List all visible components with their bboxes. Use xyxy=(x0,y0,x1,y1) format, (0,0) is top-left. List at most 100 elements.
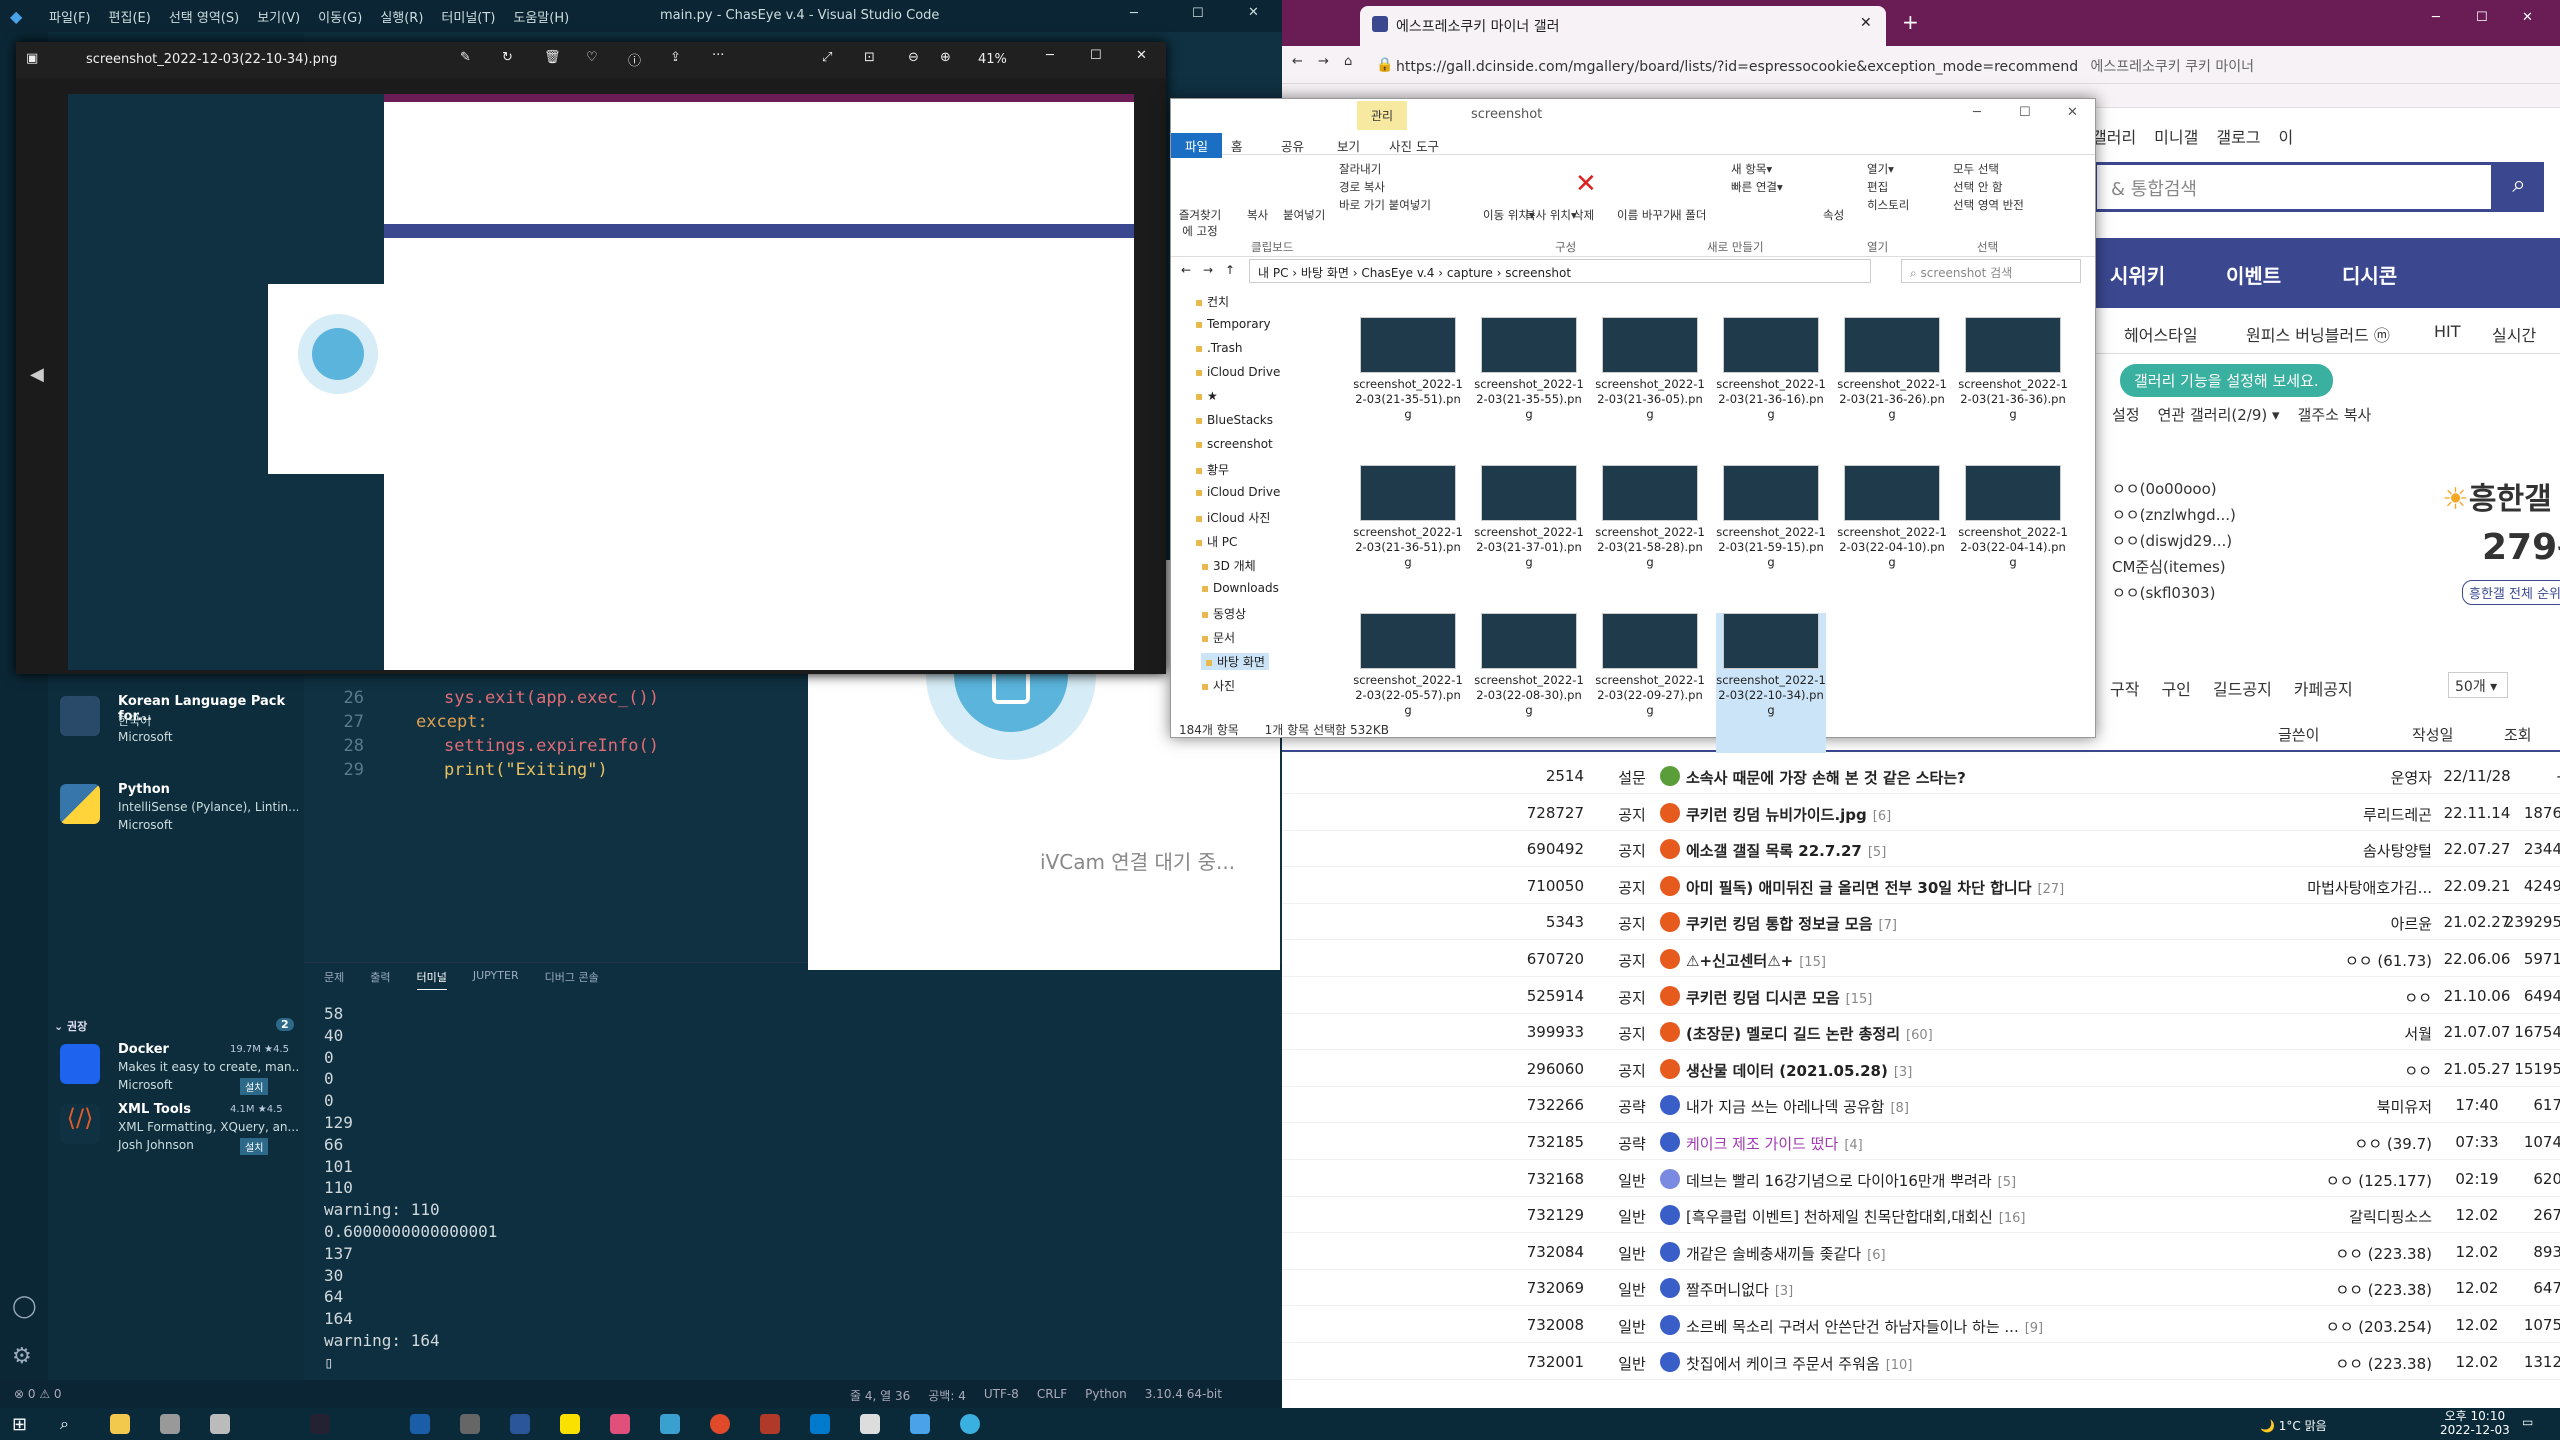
notification-icon[interactable]: ▭ xyxy=(2522,1415,2533,1429)
app-icon[interactable] xyxy=(160,1414,180,1434)
tab-problems[interactable]: 문제 xyxy=(324,969,344,990)
nav-item[interactable]: ▪ 내 PC xyxy=(1195,533,1237,550)
notepad-icon[interactable] xyxy=(210,1414,230,1434)
properties-button[interactable]: 속성 xyxy=(1823,207,1844,223)
clock[interactable]: 오후 10:10 2022-12-03 xyxy=(2440,1409,2510,1437)
powershell-icon[interactable] xyxy=(410,1414,430,1434)
new-folder-button[interactable]: 새 폴더 xyxy=(1671,207,1706,223)
copy-url-link[interactable]: 갤주소 복사 xyxy=(2298,404,2372,425)
open-button[interactable]: 열기▾ xyxy=(1867,161,1894,177)
close-icon[interactable]: ✕ xyxy=(2067,105,2078,120)
tab-share[interactable]: 공유 xyxy=(1281,136,1304,155)
file-thumbnail[interactable]: screenshot_2022-12-03(21-36-51).png xyxy=(1353,465,1463,605)
nav-item[interactable]: ▪ 황무 xyxy=(1195,461,1229,478)
tab-jupyter[interactable]: JUPYTER xyxy=(473,969,519,990)
post-title-link[interactable]: 소속사 때문에 가장 손해 본 것 같은 스타는? xyxy=(1686,767,1972,788)
nav-item[interactable]: ▪ .Trash xyxy=(1195,341,1242,355)
nav-item[interactable]: ▪ 문서 xyxy=(1201,629,1235,646)
post-row[interactable]: 296060 공지 생산물 데이터 (2021.05.28) [3] ㅇㅇ 21.05.2… xyxy=(1282,1051,2560,1087)
nav-event[interactable]: 이벤트 xyxy=(2226,260,2281,289)
forward-icon[interactable]: → xyxy=(1203,263,1213,277)
page-size-select[interactable]: 50개 ▾ xyxy=(2448,672,2508,698)
filter-tab[interactable]: 구인 xyxy=(2161,676,2190,700)
post-writer[interactable]: ㅇㅇ (223.38) xyxy=(2182,1353,2432,1374)
files-icon[interactable] xyxy=(860,1414,880,1434)
user-item[interactable]: ㅇㅇ(diswjd29...) xyxy=(2112,528,2236,554)
ranking-button[interactable]: 흥한갤 전체 순위 xyxy=(2462,580,2560,605)
ranking-ad[interactable]: ☀흥한갤 279위 흥한갤 전체 순위 xyxy=(2442,470,2560,620)
copy-to-button[interactable]: 복사 위치▾ xyxy=(1525,207,1577,223)
post-row[interactable]: 690492 공지 에소갤 갤질 목록 22.7.27 [5] 솜사탕양털 22.07.2… xyxy=(1282,831,2560,868)
post-title-link[interactable]: 찻집에서 케이크 주문서 주워옴 [10] xyxy=(1686,1353,1912,1374)
settings-icon[interactable] xyxy=(460,1414,480,1434)
terminal-output[interactable]: 58 40 0 0 0 129 66 101 110 warning: 110 … xyxy=(324,1003,497,1374)
post-row[interactable]: 732185 공략 케이크 제조 가이드 떴다 [4] ㅇㅇ (39.7) 07:33 10… xyxy=(1282,1124,2560,1160)
file-thumbnail[interactable]: screenshot_2022-12-03(21-37-01).png xyxy=(1474,465,1584,605)
new-item-button[interactable]: 새 항목▾ xyxy=(1731,161,1772,177)
post-row[interactable]: 2514 설문 소속사 때문에 가장 손해 본 것 같은 스타는? 운영자 22/11/… xyxy=(1282,758,2560,794)
nav-item[interactable]: ▪ BlueStacks xyxy=(1195,413,1273,427)
cursor-position[interactable]: 줄 4, 열 36 xyxy=(850,1387,910,1404)
filter-tab[interactable]: 길드공지 xyxy=(2213,676,2272,700)
info-icon[interactable]: ⓘ xyxy=(628,50,641,69)
maximize-icon[interactable]: ☐ xyxy=(2019,105,2031,120)
bird-icon[interactable] xyxy=(660,1414,680,1434)
more-icon[interactable]: ··· xyxy=(712,48,724,63)
related-galleries-dropdown[interactable]: 연관 갤러리(2/9) ▾ xyxy=(2158,404,2280,425)
easy-access-button[interactable]: 빠른 연결▾ xyxy=(1731,179,1783,195)
delete-button[interactable]: 삭제 xyxy=(1573,207,1594,223)
post-writer[interactable]: ㅇㅇ (39.7) xyxy=(2182,1133,2432,1154)
post-row[interactable]: 399933 공지 (초장문) 멜로디 길드 논란 총정리 [60] 서월 21.07.0… xyxy=(1282,1014,2560,1051)
nav-item[interactable]: ▪ iCloud 사진 xyxy=(1195,509,1270,526)
install-button[interactable]: 설치 xyxy=(240,1078,269,1095)
menu-run[interactable]: 실행(R) xyxy=(371,7,432,26)
nav-item[interactable]: ▪ 바탕 화면 xyxy=(1201,653,1269,670)
nav-item[interactable]: ▪ 컨치 xyxy=(1195,293,1229,310)
related-link[interactable]: 헤어스타일 xyxy=(2124,322,2198,346)
search-icon[interactable]: ⌕ xyxy=(60,1414,69,1434)
post-writer[interactable]: 북미유저 xyxy=(2182,1096,2432,1117)
link-more[interactable]: 이 xyxy=(2279,124,2294,148)
forward-icon[interactable]: → xyxy=(1318,54,1329,69)
filter-tab[interactable]: 구작 xyxy=(2110,676,2139,700)
nav-item[interactable]: ▪ ★ xyxy=(1195,389,1218,403)
post-row[interactable]: 728727 공지 쿠키런 킹덤 뉴비가이드.jpg [6] 루리드레곤 22.11.14… xyxy=(1282,795,2560,831)
terminal-icon[interactable] xyxy=(310,1414,330,1434)
menu-edit[interactable]: 편집(E) xyxy=(100,7,160,26)
close-icon[interactable]: ✕ xyxy=(1248,5,1259,20)
post-title-link[interactable]: 개같은 솔베충새끼들 좆같다 [6] xyxy=(1686,1243,1886,1264)
file-thumbnail[interactable]: screenshot_2022-12-03(21-35-55).png xyxy=(1474,317,1584,457)
delete-icon[interactable]: ✕ xyxy=(1575,169,1597,199)
user-item[interactable]: ㅇㅇ(0o00ooo) xyxy=(2112,476,2236,502)
share-icon[interactable]: ⇪ xyxy=(670,50,681,65)
file-thumbnail[interactable]: screenshot_2022-12-03(22-04-14).png xyxy=(1958,465,2068,605)
close-icon[interactable]: ✕ xyxy=(2522,10,2533,25)
post-title-link[interactable]: (초장문) 멜로디 길드 논란 총정리 [60] xyxy=(1686,1023,1933,1044)
explorer-breadcrumb[interactable]: 내 PC › 바탕 화면 › ChasEye v.4 › capture › s… xyxy=(1249,259,1871,283)
menu-view[interactable]: 보기(V) xyxy=(248,7,309,26)
fullscreen-icon[interactable]: ⤢ xyxy=(822,50,832,65)
post-writer[interactable]: ㅇㅇ (61.73) xyxy=(2182,950,2432,971)
post-row[interactable]: 732168 일반 데브는 빨리 16강기념으로 다이아16만개 뿌려라 [5] ㅇㅇ … xyxy=(1282,1161,2560,1197)
maximize-icon[interactable]: ☐ xyxy=(1090,48,1102,63)
tab-output[interactable]: 출력 xyxy=(370,969,390,990)
folder-icon[interactable] xyxy=(110,1414,130,1434)
menu-terminal[interactable]: 터미널(T) xyxy=(432,7,504,26)
post-title-link[interactable]: 내가 지금 쓰는 아레나덱 공유함 [8] xyxy=(1686,1096,1909,1117)
delete-icon[interactable]: 🗑 xyxy=(544,50,561,65)
post-row[interactable]: 732084 일반 개같은 솔베충새끼들 좆같다 [6] ㅇㅇ (223.38) 12.0… xyxy=(1282,1234,2560,1270)
nav-item[interactable]: ▪ iCloud Drive xyxy=(1195,485,1280,499)
link-gallery[interactable]: 갤러리 xyxy=(2092,124,2136,148)
zoom-level[interactable]: 41% xyxy=(978,52,1007,67)
post-writer[interactable]: 운영자 xyxy=(2182,767,2432,788)
back-icon[interactable]: ← xyxy=(1292,54,1303,69)
interpreter-status[interactable]: 3.10.4 64-bit xyxy=(1145,1387,1222,1404)
eol-status[interactable]: CRLF xyxy=(1037,1387,1067,1404)
extension-item[interactable]: Python IntelliSense (Pylance), Lintin...… xyxy=(60,780,300,848)
tab-home[interactable]: 홈 xyxy=(1231,136,1243,155)
post-row[interactable]: 732008 일반 소르베 목소리 구려서 안쓴단건 하남자들이나 하는 ... [9… xyxy=(1282,1307,2560,1343)
extension-item[interactable]: Korean Language Pack for... 한국어 Microsof… xyxy=(60,692,300,760)
file-thumbnail[interactable]: screenshot_2022-12-03(21-36-26).png xyxy=(1837,317,1947,457)
copy-path-button[interactable]: 경로 복사 xyxy=(1339,179,1385,195)
account-icon[interactable]: ◯ xyxy=(12,1294,37,1319)
